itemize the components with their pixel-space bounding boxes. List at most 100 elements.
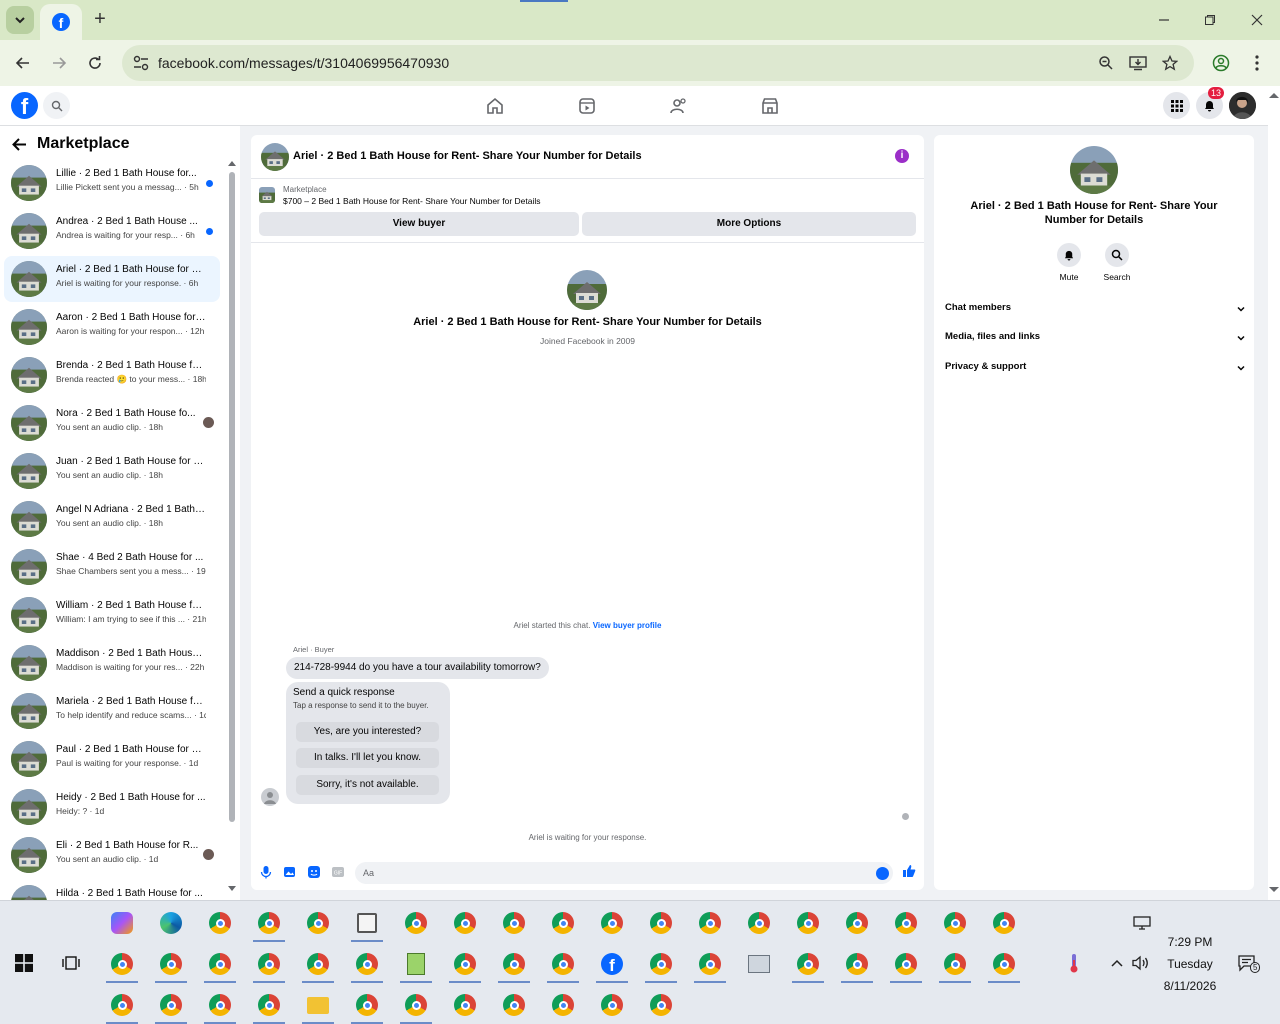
gif-icon[interactable]: GIF bbox=[331, 865, 345, 879]
quick-reply-in-talks[interactable]: In talks. I'll let you know. bbox=[296, 748, 439, 768]
sticker-icon[interactable] bbox=[307, 865, 321, 879]
scroll-up-icon[interactable] bbox=[228, 160, 236, 166]
facebook-search-button[interactable] bbox=[43, 92, 70, 119]
forward-button[interactable] bbox=[46, 50, 72, 76]
chrome-icon[interactable] bbox=[257, 911, 281, 935]
listing-avatar[interactable] bbox=[261, 143, 289, 171]
message-input[interactable]: Aa bbox=[355, 862, 893, 884]
facebook-app-icon[interactable]: f bbox=[600, 952, 624, 976]
browser-menu-button[interactable] bbox=[1244, 50, 1270, 76]
action-center-button[interactable]: 5 bbox=[1237, 953, 1261, 973]
clock-day[interactable]: Tuesday bbox=[1160, 957, 1220, 971]
chrome-icon[interactable] bbox=[943, 911, 967, 935]
chrome-icon[interactable] bbox=[257, 952, 281, 976]
chrome-icon[interactable] bbox=[894, 952, 918, 976]
profile-button[interactable] bbox=[1208, 50, 1234, 76]
conversation-item[interactable]: Brenda · 2 Bed 1 Bath House fo... Brenda … bbox=[4, 352, 220, 398]
buyer-avatar[interactable] bbox=[261, 788, 279, 806]
chrome-icon[interactable] bbox=[845, 952, 869, 976]
chrome-icon[interactable] bbox=[600, 911, 624, 935]
chrome-icon[interactable] bbox=[796, 952, 820, 976]
chrome-icon[interactable] bbox=[404, 993, 428, 1017]
url-text[interactable]: facebook.com/messages/t/3104069956470930 bbox=[158, 55, 449, 71]
chrome-icon[interactable] bbox=[208, 993, 232, 1017]
restore-button[interactable] bbox=[1187, 8, 1233, 32]
marketplace-icon[interactable] bbox=[760, 96, 780, 116]
chrome-icon[interactable] bbox=[110, 952, 134, 976]
volume-icon[interactable] bbox=[1131, 953, 1151, 973]
app-window-icon[interactable] bbox=[355, 911, 379, 935]
chrome-icon[interactable] bbox=[551, 911, 575, 935]
video-icon[interactable] bbox=[577, 96, 597, 116]
account-avatar[interactable] bbox=[1229, 92, 1256, 119]
chrome-icon[interactable] bbox=[502, 993, 526, 1017]
network-icon[interactable] bbox=[1132, 913, 1152, 933]
facebook-logo-icon[interactable]: f bbox=[11, 92, 38, 119]
conversation-item[interactable]: Maddison · 2 Bed 1 Bath House... Maddison… bbox=[4, 640, 220, 686]
listing-thumbnail[interactable] bbox=[259, 187, 275, 203]
search-in-chat-button[interactable]: Search bbox=[1097, 243, 1137, 282]
address-bar[interactable]: facebook.com/messages/t/3104069956470930 bbox=[122, 45, 1194, 81]
chrome-icon[interactable] bbox=[355, 993, 379, 1017]
clock-date[interactable]: 8/11/2026 bbox=[1155, 979, 1225, 993]
conversation-item[interactable]: Paul · 2 Bed 1 Bath House for R... Paul i… bbox=[4, 736, 220, 782]
notifications-button[interactable]: 13 bbox=[1196, 87, 1225, 119]
zoom-icon[interactable] bbox=[1096, 53, 1116, 73]
conversation-item[interactable]: Lillie · 2 Bed 1 Bath House for... Lillie… bbox=[4, 160, 220, 206]
chrome-icon[interactable] bbox=[649, 993, 673, 1017]
chrome-icon[interactable] bbox=[306, 911, 330, 935]
chrome-icon[interactable] bbox=[943, 952, 967, 976]
chrome-icon[interactable] bbox=[159, 993, 183, 1017]
chevron-up-icon[interactable] bbox=[1107, 953, 1127, 973]
chrome-icon[interactable] bbox=[649, 911, 673, 935]
new-tab-button[interactable]: + bbox=[88, 8, 112, 32]
back-button[interactable] bbox=[10, 50, 36, 76]
scroll-down-icon[interactable] bbox=[1269, 887, 1279, 893]
chrome-icon[interactable] bbox=[992, 952, 1016, 976]
conversation-item[interactable]: Juan · 2 Bed 1 Bath House for R... You se… bbox=[4, 448, 220, 494]
chrome-icon[interactable] bbox=[453, 911, 477, 935]
chrome-icon[interactable] bbox=[257, 993, 281, 1017]
chrome-icon[interactable] bbox=[502, 911, 526, 935]
chrome-icon[interactable] bbox=[110, 993, 134, 1017]
thermometer-icon[interactable] bbox=[1064, 953, 1084, 973]
more-options-button[interactable]: More Options bbox=[582, 212, 916, 236]
conversation-item[interactable]: Mariela · 2 Bed 1 Bath House fo... To hel… bbox=[4, 688, 220, 734]
conversation-item[interactable]: Ariel · 2 Bed 1 Bath House for R... Ariel… bbox=[4, 256, 220, 302]
chrome-icon[interactable] bbox=[159, 952, 183, 976]
info-avatar[interactable] bbox=[1070, 146, 1118, 194]
site-settings-icon[interactable] bbox=[132, 54, 150, 72]
chrome-icon[interactable] bbox=[404, 911, 428, 935]
privacy-support-section[interactable]: Privacy & support bbox=[945, 357, 1245, 377]
install-app-icon[interactable] bbox=[1128, 53, 1148, 73]
conversation-item[interactable]: Nora · 2 Bed 1 Bath House fo... You sent … bbox=[4, 400, 220, 446]
tab-search-button[interactable] bbox=[6, 6, 34, 34]
chrome-icon[interactable] bbox=[453, 952, 477, 976]
file-explorer-icon[interactable] bbox=[306, 993, 330, 1017]
conversation-item[interactable]: Heidy · 2 Bed 1 Bath House for ... Heidy:… bbox=[4, 784, 220, 830]
chrome-icon[interactable] bbox=[306, 952, 330, 976]
chrome-icon[interactable] bbox=[208, 911, 232, 935]
chrome-icon[interactable] bbox=[649, 952, 673, 976]
microphone-icon[interactable] bbox=[259, 865, 273, 879]
message-bubble[interactable]: 214-728-9944 do you have a tour availabi… bbox=[286, 657, 549, 679]
notepad-icon[interactable] bbox=[404, 952, 428, 976]
clock-time[interactable]: 7:29 PM bbox=[1160, 935, 1220, 949]
chrome-icon[interactable] bbox=[992, 911, 1016, 935]
scroll-down-icon[interactable] bbox=[228, 886, 236, 892]
chrome-icon[interactable] bbox=[894, 911, 918, 935]
bookmark-star-icon[interactable] bbox=[1160, 53, 1180, 73]
conversation-item[interactable]: Shae · 4 Bed 2 Bath House for ... Shae Ch… bbox=[4, 544, 220, 590]
info-icon[interactable]: i bbox=[895, 149, 909, 163]
view-buyer-button[interactable]: View buyer bbox=[259, 212, 579, 236]
chrome-icon[interactable] bbox=[747, 911, 771, 935]
chat-title[interactable]: Ariel · 2 Bed 1 Bath House for Rent- Sha… bbox=[293, 150, 642, 162]
minimize-button[interactable] bbox=[1141, 8, 1187, 32]
conversation-item[interactable]: Eli · 2 Bed 1 Bath House for R... You sen… bbox=[4, 832, 220, 878]
chrome-icon[interactable] bbox=[796, 911, 820, 935]
groups-icon[interactable] bbox=[668, 96, 688, 116]
chrome-icon[interactable] bbox=[502, 952, 526, 976]
media-files-links-section[interactable]: Media, files and links bbox=[945, 327, 1245, 347]
quick-reply-not-available[interactable]: Sorry, it's not available. bbox=[296, 775, 439, 795]
quick-reply-interested[interactable]: Yes, are you interested? bbox=[296, 722, 439, 742]
